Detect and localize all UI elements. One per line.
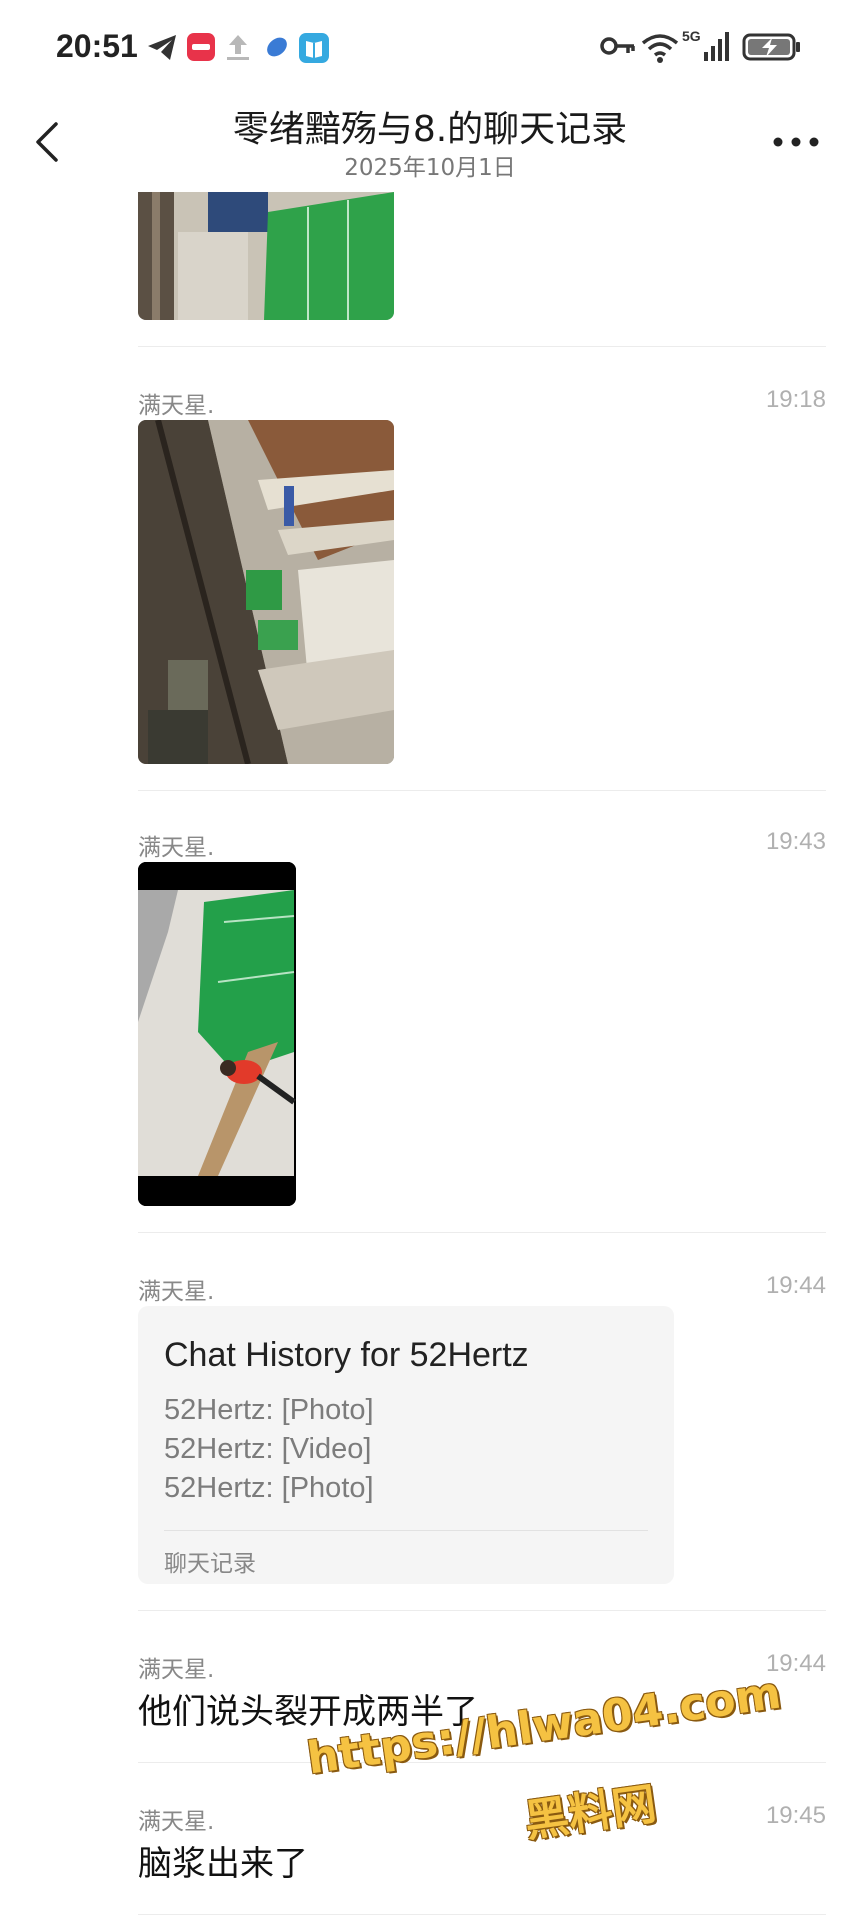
image-message[interactable] (138, 192, 394, 320)
status-time: 20:51 (56, 28, 138, 64)
chat-history-card-footer: 聊天记录 (164, 1551, 256, 1577)
chat-history-card-title: Chat History for 52Hertz (164, 1336, 529, 1374)
upload-icon (227, 35, 249, 60)
card-divider (164, 1530, 648, 1531)
reader-app-icon (299, 33, 329, 63)
vpn-key-icon (600, 37, 635, 55)
chat-history-card-line: 52Hertz: [Video] (164, 1433, 372, 1465)
battery-charging-icon (742, 33, 800, 61)
feather-app-icon (267, 37, 287, 57)
page-title: 零绪黯殇与8.的聊天记录 (232, 109, 628, 150)
image-message[interactable] (138, 420, 394, 764)
video-thumbnail (138, 862, 296, 1206)
status-bar: 20:51 5G (0, 0, 860, 96)
sender-name: 满天星. (138, 1809, 215, 1835)
photo-thumbnail (138, 420, 394, 764)
5g-signal-icon: 5G (682, 28, 729, 61)
message-list[interactable]: 满天星. 19:18 满天星. 19:43 满天星. 19:44 Chat Hi… (0, 192, 860, 1922)
svg-text:5G: 5G (682, 28, 701, 44)
message-time: 19:43 (765, 828, 826, 855)
telegram-icon (148, 35, 176, 60)
message-divider (138, 1762, 826, 1763)
chat-header: 零绪黯殇与8.的聊天记录 2025年10月1日 (0, 96, 860, 192)
chat-history-card-line: 52Hertz: [Photo] (164, 1394, 374, 1426)
chat-history-card-line: 52Hertz: [Photo] (164, 1472, 374, 1504)
more-options-button[interactable] (768, 124, 824, 160)
sender-name: 满天星. (138, 393, 215, 419)
sender-name: 满天星. (138, 1657, 215, 1683)
photo-thumbnail (138, 192, 394, 320)
message-divider (138, 1610, 826, 1611)
message-time: 19:18 (765, 386, 826, 413)
message-time: 19:44 (765, 1272, 826, 1299)
chat-history-screen: 20:51 5G 零绪黯殇与8.的聊天记录 2025年10月1日 满天星. 19… (0, 0, 860, 1922)
message-divider (138, 1232, 826, 1233)
more-dots-icon (773, 137, 819, 147)
text-message[interactable]: 脑浆出来了 (138, 1836, 308, 1885)
video-message[interactable] (138, 862, 296, 1206)
chat-history-card[interactable]: Chat History for 52Hertz 52Hertz: [Photo… (138, 1306, 674, 1584)
message-divider (138, 1914, 826, 1915)
wifi-icon (641, 34, 679, 63)
message-divider (138, 790, 826, 791)
message-divider (138, 346, 826, 347)
message-time: 19:45 (765, 1802, 826, 1829)
page-subtitle-date: 2025年10月1日 (344, 155, 516, 181)
sender-name: 满天星. (138, 1279, 215, 1305)
sender-name: 满天星. (138, 835, 215, 861)
app-badge-icon (187, 33, 215, 61)
